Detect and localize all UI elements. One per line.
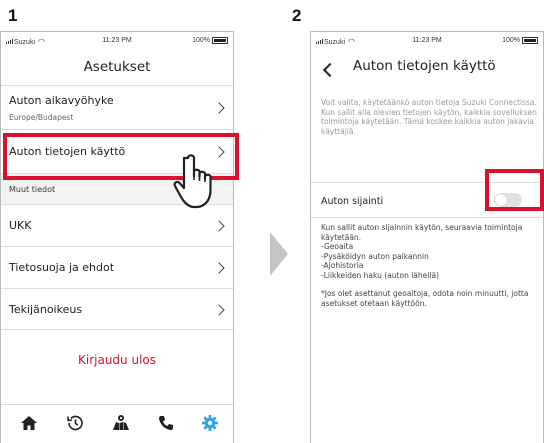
phone-screen-car-data-usage: Suzuki ◠ 11:23 PM 100% Auton tietojen käy… bbox=[310, 31, 544, 443]
info-intro: Kun sallit auton sijainnin käytön, seura… bbox=[321, 223, 523, 242]
section-title: Muut tiedot bbox=[9, 185, 56, 194]
settings-item-value: Europe/Budapest bbox=[9, 113, 74, 122]
info-item: -Geoaita bbox=[321, 242, 354, 251]
highlight-box bbox=[485, 169, 544, 211]
step-number-2: 2 bbox=[292, 6, 302, 25]
settings-item-label: Tekijänoikeus bbox=[9, 303, 83, 316]
status-bar: Suzuki ◠ 11:23 PM 100% bbox=[311, 32, 543, 49]
info-item: -Ajohistoria bbox=[321, 261, 364, 270]
setting-label: Auton sijainti bbox=[321, 196, 384, 207]
history-icon[interactable] bbox=[65, 413, 85, 433]
settings-item-faq[interactable]: UKK bbox=[1, 204, 233, 246]
gear-icon[interactable] bbox=[200, 413, 220, 433]
back-arrow-icon[interactable] bbox=[322, 62, 338, 78]
phone-screen-settings: Suzuki ◠ 11:23 PM 100% Asetukset Auton ai… bbox=[0, 31, 234, 443]
description-text: Voit valita, käytetäänkö auton tietoja S… bbox=[321, 98, 537, 136]
logout-button[interactable]: Kirjaudu ulos bbox=[1, 353, 233, 367]
page-title: Auton tietojen käyttö bbox=[353, 58, 496, 74]
pointing-hand-icon bbox=[173, 154, 212, 209]
battery: 100% bbox=[192, 37, 228, 44]
battery: 100% bbox=[502, 37, 538, 44]
settings-item-label: Tietosuoja ja ehdot bbox=[9, 261, 115, 274]
info-note: *Jos olet asettanut geoaitoja, odota noi… bbox=[321, 289, 529, 308]
info-section: Kun sallit auton sijainnin käytön, seura… bbox=[321, 223, 541, 308]
home-icon[interactable] bbox=[19, 413, 39, 433]
phone-icon[interactable] bbox=[156, 413, 176, 433]
status-bar: Suzuki ◠ 11:23 PM 100% bbox=[1, 32, 233, 49]
chevron-right-icon bbox=[213, 262, 225, 274]
battery-icon bbox=[522, 37, 538, 44]
battery-percent: 100% bbox=[502, 37, 520, 44]
chevron-right-icon bbox=[213, 304, 225, 316]
map-icon[interactable] bbox=[111, 413, 131, 433]
tab-bar bbox=[1, 404, 233, 443]
info-item: -Pysäköidyn auton paikannin bbox=[321, 251, 429, 261]
page-title: Asetukset bbox=[83, 59, 151, 75]
settings-item-label: UKK bbox=[9, 219, 32, 232]
info-item: -Liikkeiden haku (auton lähellä) bbox=[321, 270, 439, 280]
battery-icon bbox=[212, 37, 228, 44]
chevron-right-icon bbox=[213, 220, 225, 232]
chevron-right-icon bbox=[213, 102, 225, 114]
settings-item-label: Auton aikavyöhyke bbox=[9, 94, 114, 107]
settings-item-copyright[interactable]: Tekijänoikeus bbox=[1, 288, 233, 330]
settings-item-timezone[interactable]: Auton aikavyöhyke Europe/Budapest bbox=[1, 85, 233, 129]
battery-percent: 100% bbox=[192, 37, 210, 44]
settings-item-privacy[interactable]: Tietosuoja ja ehdot bbox=[1, 246, 233, 288]
next-step-arrow-icon bbox=[270, 232, 288, 276]
step-number-1: 1 bbox=[8, 6, 18, 25]
